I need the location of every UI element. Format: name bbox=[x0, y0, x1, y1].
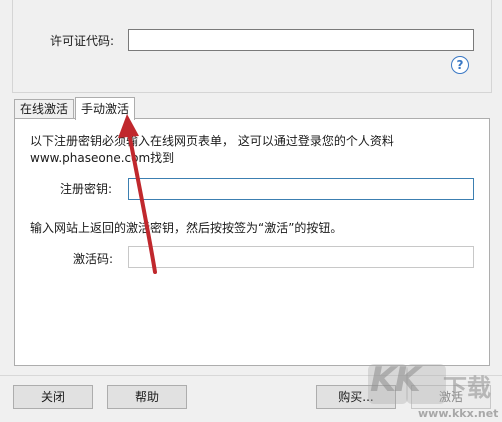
activation-code-input[interactable] bbox=[128, 246, 474, 268]
bottom-divider bbox=[0, 375, 502, 376]
help-button[interactable]: 帮助 bbox=[107, 385, 187, 409]
license-code-label: 许可证代码: bbox=[50, 34, 115, 48]
watermark-brand: KK bbox=[370, 360, 421, 400]
close-button[interactable]: 关闭 bbox=[13, 385, 93, 409]
activation-code-label: 激活码: bbox=[73, 252, 114, 266]
activation-instruction: 输入网站上返回的激活密钥，然后按按签为“激活”的按钮。 bbox=[30, 221, 343, 235]
registration-instruction: 以下注册密钥必须输入在线网页表单， 这可以通过登录您的个人资料 www.phas… bbox=[30, 134, 394, 165]
watermark-url: www.kkx.net bbox=[418, 407, 499, 420]
license-code-input[interactable] bbox=[128, 29, 474, 51]
registration-key-label: 注册密钥: bbox=[60, 182, 113, 196]
tab-online-activation[interactable]: 在线激活 bbox=[14, 99, 75, 119]
watermark-text: 下载 bbox=[443, 374, 491, 402]
tab-manual-activation[interactable]: 手动激活 bbox=[75, 97, 136, 120]
registration-key-input[interactable] bbox=[128, 178, 474, 200]
help-question-icon[interactable]: ? bbox=[451, 56, 469, 74]
